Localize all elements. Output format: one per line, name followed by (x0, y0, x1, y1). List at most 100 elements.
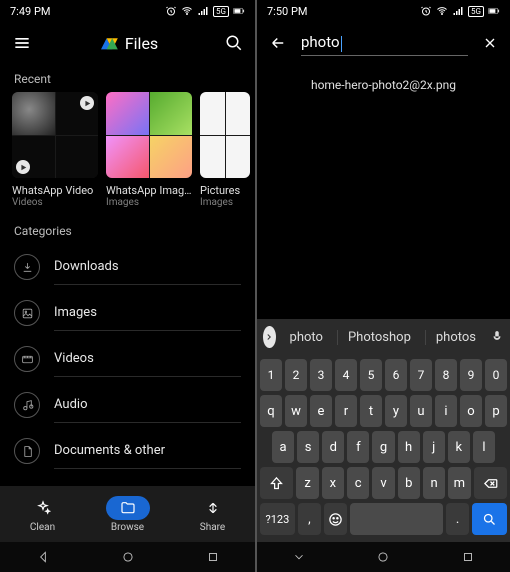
key-4[interactable]: 4 (335, 359, 357, 391)
key-2[interactable]: 2 (285, 359, 307, 391)
key-1[interactable]: 1 (260, 359, 282, 391)
key-w[interactable]: w (285, 395, 307, 427)
key-c[interactable]: c (347, 467, 369, 499)
key-m[interactable]: m (448, 467, 470, 499)
clear-icon[interactable] (482, 35, 498, 51)
key-g[interactable]: g (372, 431, 394, 463)
search-input[interactable]: photo (301, 30, 468, 55)
key-o[interactable]: o (460, 395, 482, 427)
key-z[interactable]: z (296, 467, 318, 499)
mic-icon[interactable] (490, 326, 504, 348)
key-0[interactable]: 0 (485, 359, 507, 391)
system-nav (0, 542, 255, 572)
search-icon (482, 512, 497, 527)
category-documents[interactable]: Documents & other (0, 428, 255, 474)
key-k[interactable]: k (448, 431, 470, 463)
key-p[interactable]: p (485, 395, 507, 427)
key-y[interactable]: y (385, 395, 407, 427)
tab-share[interactable]: Share (170, 486, 255, 542)
keyboard-hide-icon[interactable] (292, 550, 306, 564)
key-row-1: q w e r t y u i o p (260, 395, 507, 427)
search-icon[interactable] (225, 34, 243, 52)
key-x[interactable]: x (322, 467, 344, 499)
key-l[interactable]: l (473, 431, 495, 463)
sparkle-icon (35, 500, 51, 516)
home-icon[interactable] (121, 550, 135, 564)
recents-icon[interactable] (461, 550, 475, 564)
expand-icon[interactable] (263, 326, 276, 348)
back-arrow-icon[interactable] (269, 34, 287, 52)
key-d[interactable]: d (322, 431, 344, 463)
emoji-icon (328, 512, 343, 527)
key-q[interactable]: q (260, 395, 282, 427)
key-e[interactable]: e (310, 395, 332, 427)
image-icon (14, 300, 40, 326)
key-period[interactable]: . (446, 503, 469, 535)
key-t[interactable]: t (360, 395, 382, 427)
key-s[interactable]: s (297, 431, 319, 463)
tab-browse[interactable]: Browse (85, 486, 170, 542)
files-logo-icon (99, 35, 119, 51)
key-search[interactable] (472, 503, 507, 535)
system-nav (257, 542, 510, 572)
recent-item[interactable]: Pictures Images (200, 92, 250, 208)
search-bar: photo (257, 22, 510, 64)
recent-label: Recent (0, 64, 255, 92)
suggestion[interactable]: Photoshop (337, 330, 421, 345)
status-bar: 7:50 PM 5G (257, 0, 510, 22)
key-b[interactable]: b (398, 467, 420, 499)
key-9[interactable]: 9 (460, 359, 482, 391)
app-bar: Files (0, 22, 255, 64)
category-audio[interactable]: Audio (0, 382, 255, 428)
alarm-icon (420, 5, 432, 17)
tab-clean[interactable]: Clean (0, 486, 85, 542)
category-label: Audio (54, 397, 241, 423)
recent-row[interactable]: WhatsApp Video Videos WhatsApp Images Im… (0, 92, 255, 208)
key-backspace[interactable] (474, 467, 507, 499)
recent-sub: Videos (12, 197, 98, 208)
key-f[interactable]: f (347, 431, 369, 463)
suggestion[interactable]: photo (280, 330, 333, 345)
category-label: Images (54, 305, 241, 331)
recent-item[interactable]: WhatsApp Images Images (106, 92, 192, 208)
recents-icon[interactable] (206, 550, 220, 564)
key-emoji[interactable] (324, 503, 347, 535)
clock: 7:50 PM (267, 5, 307, 18)
folder-icon (120, 500, 136, 516)
suggestion-bar: photo Photoshop photos (257, 319, 510, 355)
key-5[interactable]: 5 (360, 359, 382, 391)
key-space[interactable] (350, 503, 443, 535)
category-downloads[interactable]: Downloads (0, 244, 255, 290)
suggestion[interactable]: photos (425, 330, 486, 345)
key-row-nums: 1 2 3 4 5 6 7 8 9 0 (260, 359, 507, 391)
key-8[interactable]: 8 (435, 359, 457, 391)
recent-name: Pictures (200, 184, 250, 197)
play-icon (16, 160, 30, 174)
key-7[interactable]: 7 (410, 359, 432, 391)
key-v[interactable]: v (372, 467, 394, 499)
key-a[interactable]: a (272, 431, 294, 463)
key-j[interactable]: j (423, 431, 445, 463)
recent-sub: Images (106, 197, 192, 208)
key-u[interactable]: u (410, 395, 432, 427)
key-r[interactable]: r (335, 395, 357, 427)
key-n[interactable]: n (423, 467, 445, 499)
menu-icon[interactable] (12, 33, 32, 53)
network-label: 5G (468, 6, 484, 17)
search-result[interactable]: home-hero-photo2@2x.png (257, 64, 510, 106)
recent-item[interactable]: WhatsApp Video Videos (12, 92, 98, 208)
network-label: 5G (213, 6, 229, 17)
key-3[interactable]: 3 (310, 359, 332, 391)
key-h[interactable]: h (398, 431, 420, 463)
key-comma[interactable]: , (298, 503, 321, 535)
clock: 7:49 PM (10, 5, 50, 18)
back-icon[interactable] (36, 550, 50, 564)
key-6[interactable]: 6 (385, 359, 407, 391)
key-i[interactable]: i (435, 395, 457, 427)
key-shift[interactable] (260, 467, 293, 499)
play-icon (80, 96, 94, 110)
key-symbols[interactable]: ?123 (260, 503, 295, 535)
category-images[interactable]: Images (0, 290, 255, 336)
home-icon[interactable] (376, 550, 390, 564)
category-videos[interactable]: Videos (0, 336, 255, 382)
